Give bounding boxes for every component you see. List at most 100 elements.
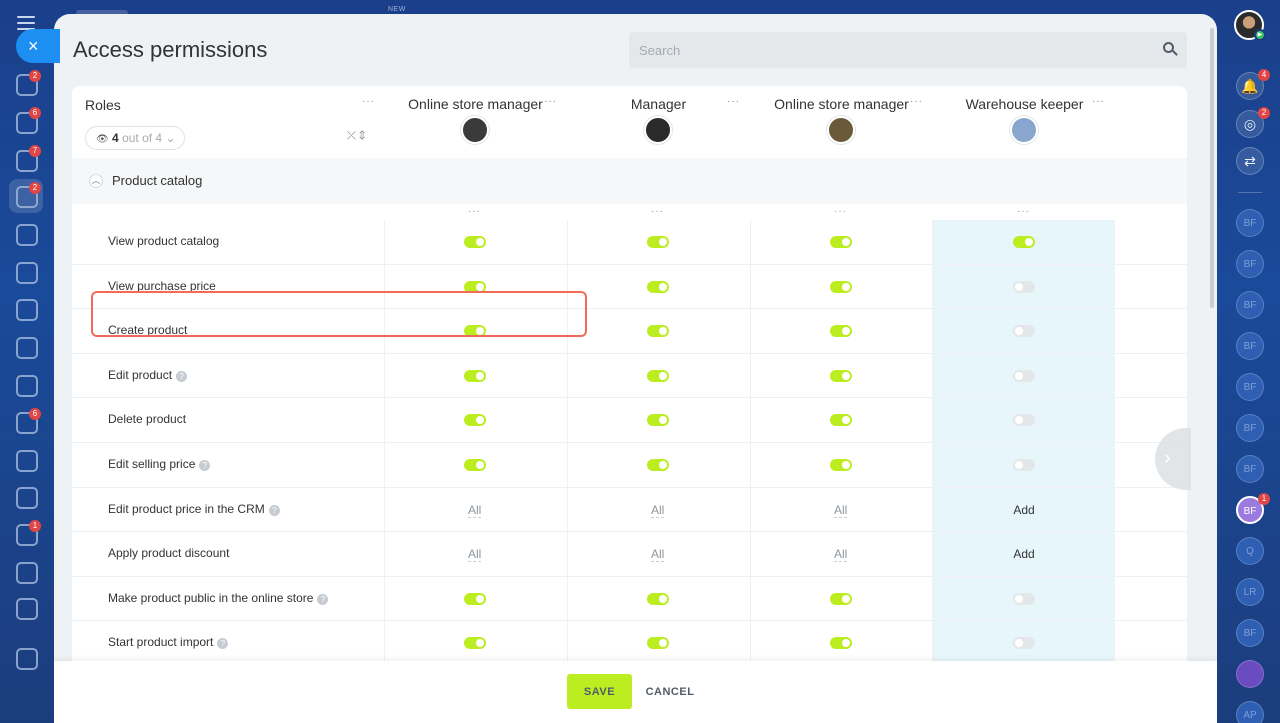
contact-avatar[interactable]: BF xyxy=(1236,414,1264,442)
settings-icon[interactable] xyxy=(16,648,38,670)
contact-avatar[interactable]: BF xyxy=(1236,619,1264,647)
toggle-knob xyxy=(476,371,484,380)
section-product-catalog[interactable]: ︿ Product catalog xyxy=(72,158,1187,204)
permission-label-text: View product catalog xyxy=(108,234,220,248)
highlight-annotation xyxy=(91,291,587,337)
role-menu-icon[interactable]: ··· xyxy=(544,96,557,107)
permission-toggle[interactable] xyxy=(830,236,852,248)
permission-toggle[interactable] xyxy=(1013,325,1035,338)
permission-toggle[interactable] xyxy=(647,459,669,471)
current-user-avatar[interactable]: ▶ xyxy=(1234,10,1266,41)
help-icon[interactable]: ? xyxy=(317,593,329,605)
access-level-all[interactable]: All xyxy=(651,503,665,518)
help-icon[interactable]: ? xyxy=(268,504,280,516)
box-icon[interactable] xyxy=(16,562,38,584)
column-menu-icon[interactable]: ··· xyxy=(1017,206,1030,217)
contact-avatar[interactable]: BF xyxy=(1236,209,1264,237)
permission-toggle[interactable] xyxy=(1013,637,1035,650)
permission-toggle[interactable] xyxy=(647,280,669,293)
column-divider xyxy=(384,576,385,621)
analytics-icon[interactable] xyxy=(16,487,38,509)
cancel-button[interactable]: CANCEL xyxy=(640,674,700,709)
column-menu-icon[interactable]: ··· xyxy=(834,206,847,217)
permission-toggle[interactable] xyxy=(1013,236,1035,248)
apps-icon[interactable] xyxy=(16,598,38,620)
permission-label: Edit product price in the CRM? xyxy=(108,502,280,516)
role-menu-icon[interactable]: ··· xyxy=(910,96,923,107)
permission-toggle[interactable] xyxy=(647,637,669,650)
cart-icon[interactable] xyxy=(16,337,38,359)
permission-toggle[interactable] xyxy=(464,414,486,427)
contact-avatar[interactable]: BF xyxy=(1236,373,1264,401)
close-panel-button[interactable]: × xyxy=(16,29,60,63)
permission-toggle[interactable] xyxy=(464,459,486,471)
edit-icon[interactable] xyxy=(16,450,38,472)
role-menu-icon[interactable]: ··· xyxy=(727,96,740,107)
save-button[interactable]: SAVE xyxy=(567,674,632,709)
permission-toggle[interactable] xyxy=(830,369,852,382)
permission-toggle[interactable] xyxy=(830,414,852,427)
contact-avatar[interactable]: Q xyxy=(1236,537,1264,565)
column-menu-icon[interactable]: ··· xyxy=(468,206,481,217)
access-level-add[interactable]: Add xyxy=(994,503,1054,517)
access-level-all[interactable]: All xyxy=(651,547,665,563)
storage-icon[interactable] xyxy=(16,262,38,284)
permission-toggle[interactable] xyxy=(1013,592,1035,605)
group-avatar[interactable] xyxy=(1236,660,1264,688)
contact-avatar[interactable]: LR xyxy=(1236,578,1264,606)
permission-toggle[interactable] xyxy=(1013,280,1035,293)
permission-toggle[interactable] xyxy=(464,592,486,605)
permission-toggle[interactable] xyxy=(647,414,669,427)
permission-toggle[interactable] xyxy=(1013,369,1035,382)
toggle-knob xyxy=(842,238,850,246)
booking-icon[interactable] xyxy=(16,375,38,397)
permission-toggle[interactable] xyxy=(464,637,486,650)
contact-avatar[interactable]: BF xyxy=(1236,291,1264,319)
visible-count: 4 xyxy=(112,131,119,145)
visible-roles-counter[interactable]: 👁 4 out of 4 ⌄ xyxy=(85,126,185,150)
calendar-icon[interactable] xyxy=(16,224,38,246)
transfer-icon[interactable]: ⇄ xyxy=(1236,147,1264,175)
contact-avatar[interactable]: BF xyxy=(1236,250,1264,278)
permission-toggle[interactable] xyxy=(464,369,486,382)
contact-avatar[interactable]: BF xyxy=(1236,455,1264,483)
permission-toggle[interactable] xyxy=(830,637,852,650)
vertical-scrollbar[interactable] xyxy=(1210,28,1214,308)
help-icon[interactable]: ? xyxy=(217,638,229,650)
search-icon[interactable] xyxy=(1163,42,1178,56)
help-icon[interactable]: ? xyxy=(199,460,211,471)
permission-toggle[interactable] xyxy=(647,592,669,605)
sidebar-badge: 2 xyxy=(29,182,41,194)
help-icon[interactable]: ? xyxy=(176,370,188,382)
permission-toggle[interactable] xyxy=(830,280,852,293)
permission-toggle[interactable] xyxy=(1013,459,1035,471)
role-menu-icon[interactable]: ··· xyxy=(1092,96,1105,107)
search-input[interactable] xyxy=(629,32,1187,68)
permission-toggle[interactable] xyxy=(647,325,669,338)
access-level-all[interactable]: All xyxy=(834,503,848,518)
permission-toggle[interactable] xyxy=(1013,414,1035,427)
toggle-knob xyxy=(1015,371,1023,380)
collapse-expand-icon[interactable]: ⤫ ⇕ xyxy=(347,130,365,143)
permission-toggle[interactable] xyxy=(830,459,852,471)
column-divider xyxy=(933,621,934,665)
page-title: Access permissions xyxy=(73,37,268,62)
permission-toggle[interactable] xyxy=(647,236,669,248)
access-level-all[interactable]: All xyxy=(834,547,848,563)
column-menu-icon[interactable]: ··· xyxy=(651,206,664,217)
notifications-badge: 4 xyxy=(1258,69,1270,81)
chevron-up-icon[interactable]: ︿ xyxy=(89,174,103,188)
permission-toggle[interactable] xyxy=(647,369,669,382)
contact-avatar[interactable]: BF xyxy=(1236,332,1264,360)
permission-toggle[interactable] xyxy=(830,592,852,605)
menu-icon[interactable] xyxy=(17,16,35,30)
roles-menu-icon[interactable]: ··· xyxy=(362,96,375,107)
access-level-add[interactable]: Add xyxy=(994,547,1054,561)
target-icon[interactable] xyxy=(16,299,38,321)
permission-toggle[interactable] xyxy=(830,325,852,338)
contact-avatar[interactable]: AP xyxy=(1236,701,1264,723)
toggle-knob xyxy=(842,371,850,380)
permission-toggle[interactable] xyxy=(464,236,486,248)
access-level-all[interactable]: All xyxy=(468,503,482,518)
access-level-all[interactable]: All xyxy=(468,547,482,563)
